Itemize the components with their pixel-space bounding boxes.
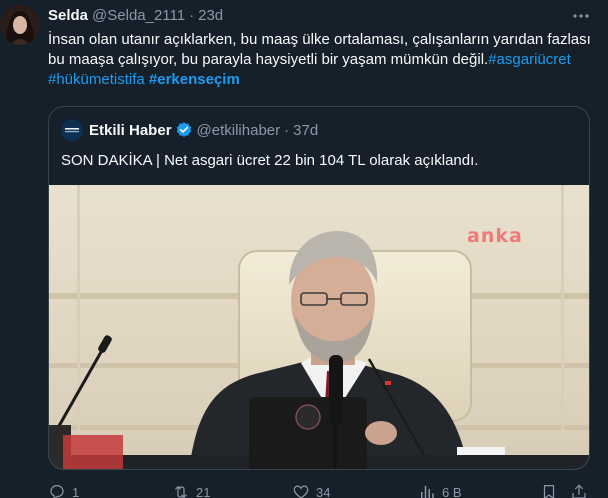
hashtag-hukumet[interactable]: #hükümetistifa bbox=[48, 71, 145, 88]
author-handle[interactable]: @Selda_2111 bbox=[92, 6, 185, 26]
reply-count: 1 bbox=[72, 484, 80, 498]
quote-header: Etkili Haber @etkilihaber · 37d bbox=[61, 119, 318, 141]
bookmark-icon bbox=[543, 485, 555, 498]
tweet-text: İnsan olan utanır açıklarken, bu maaş ül… bbox=[48, 30, 596, 90]
bookmark-action[interactable] bbox=[540, 483, 558, 498]
views-count: 6 B bbox=[442, 484, 462, 498]
quote-text: SON DAKİKA | Net asgari ücret 22 bin 104… bbox=[61, 152, 479, 169]
views-chart-icon bbox=[421, 486, 434, 498]
photo-watermark: anka bbox=[467, 225, 523, 247]
retweet-action[interactable]: 21 bbox=[172, 483, 210, 498]
quote-timestamp[interactable]: 37d bbox=[293, 122, 318, 139]
quote-author-name[interactable]: Etkili Haber bbox=[89, 122, 172, 139]
author-name[interactable]: Selda bbox=[48, 6, 88, 26]
retweet-icon bbox=[175, 486, 187, 498]
quoted-tweet[interactable]: Etkili Haber @etkilihaber · 37d SON DAKİ… bbox=[48, 106, 590, 470]
tweet-actions: 1 21 34 6 B bbox=[48, 482, 596, 498]
retweet-count: 21 bbox=[196, 484, 211, 498]
reply-icon bbox=[50, 485, 64, 498]
separator-dot: · bbox=[284, 121, 290, 139]
tweet-header: Selda @Selda_2111 · 23d bbox=[48, 6, 223, 26]
separator-dot: · bbox=[189, 7, 195, 24]
verified-badge-icon bbox=[175, 121, 193, 139]
share-action[interactable] bbox=[570, 483, 588, 498]
more-options-icon[interactable] bbox=[570, 6, 592, 26]
share-icon bbox=[572, 484, 586, 498]
hashtag-asgari[interactable]: #asgariücret bbox=[488, 51, 571, 68]
quote-author-handle[interactable]: @etkilihaber bbox=[197, 122, 281, 139]
tweet-timestamp[interactable]: 23d bbox=[198, 6, 223, 26]
quote-avatar[interactable] bbox=[61, 119, 83, 141]
author-avatar[interactable] bbox=[0, 5, 40, 45]
reply-action[interactable]: 1 bbox=[48, 483, 79, 498]
hashtag-erkenseçim[interactable]: #erkenseçim bbox=[149, 71, 240, 88]
heart-icon bbox=[293, 485, 309, 498]
like-count: 34 bbox=[316, 484, 331, 498]
views-action[interactable]: 6 B bbox=[418, 483, 462, 498]
like-action[interactable]: 34 bbox=[292, 483, 330, 498]
tweet[interactable]: Selda @Selda_2111 · 23d İnsan olan utanı… bbox=[0, 0, 608, 498]
